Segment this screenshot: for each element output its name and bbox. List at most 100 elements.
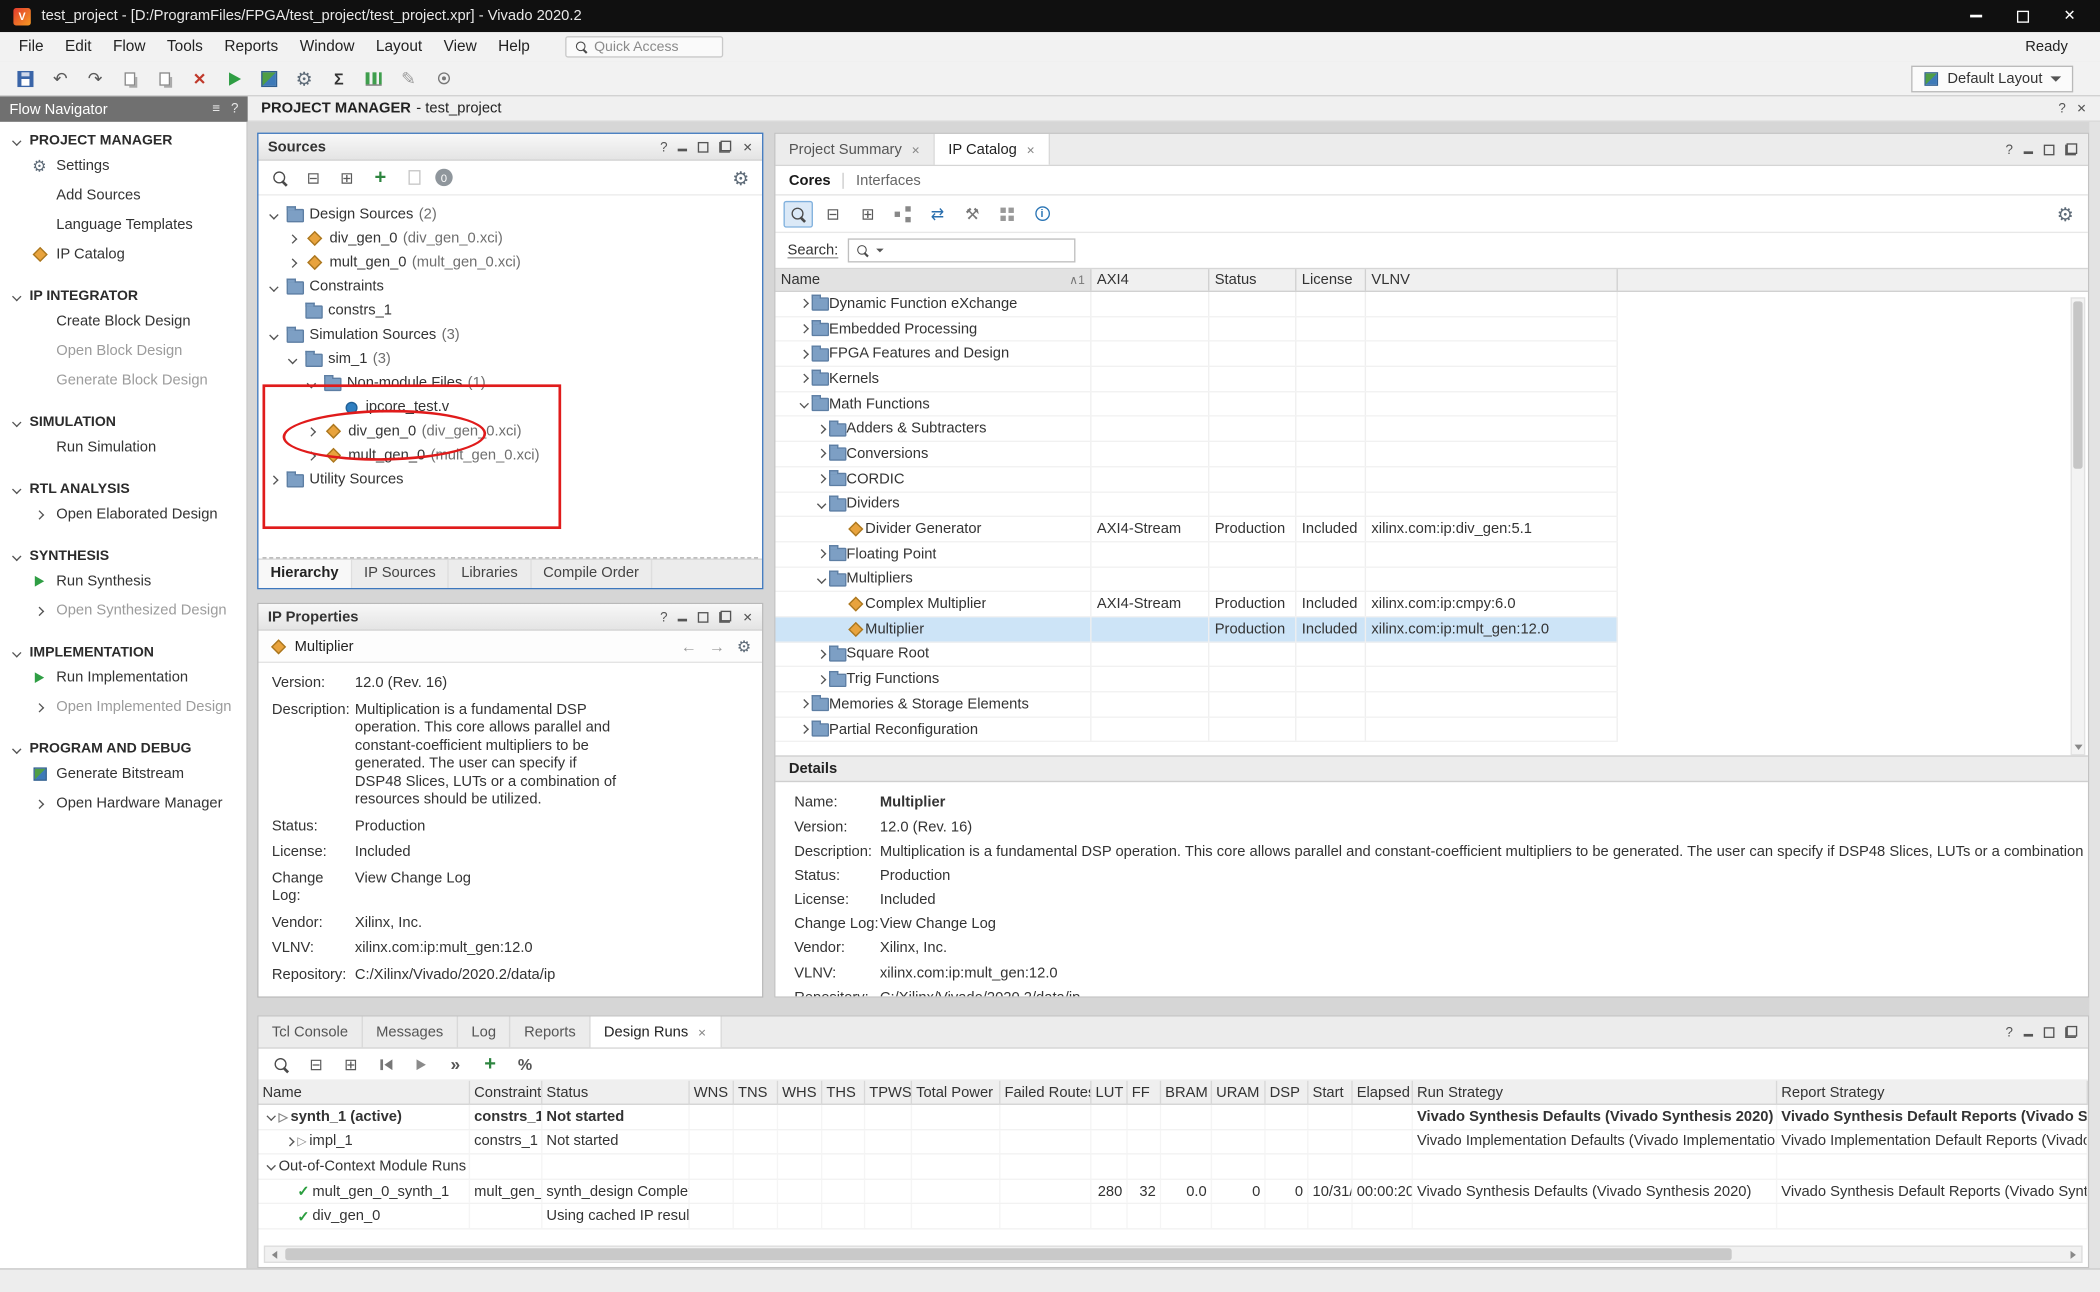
close-icon[interactable] bbox=[698, 1024, 707, 1040]
tab-log[interactable]: Log bbox=[458, 1017, 511, 1048]
link-view-change-log[interactable]: View Change Log bbox=[355, 870, 623, 906]
collapse-all-button[interactable] bbox=[301, 1051, 330, 1078]
catalog-row-adders-subtracters[interactable]: Adders & Subtracters bbox=[775, 417, 1617, 442]
save-button[interactable] bbox=[11, 65, 40, 92]
settings-button[interactable] bbox=[2050, 200, 2079, 227]
catalog-row-multiplier[interactable]: MultiplierProductionIncludedxilinx.com:i… bbox=[775, 617, 1617, 642]
subtab-cores[interactable]: Cores bbox=[789, 172, 831, 188]
help-icon[interactable]: ? bbox=[231, 102, 238, 117]
column-header-license[interactable]: License bbox=[1296, 269, 1366, 290]
catalog-row-conversions[interactable]: Conversions bbox=[775, 442, 1617, 467]
tab-reports[interactable]: Reports bbox=[511, 1017, 591, 1048]
column-header-name[interactable]: Name∧1 bbox=[775, 269, 1091, 290]
column-header-whs[interactable]: WHS bbox=[778, 1081, 822, 1104]
gear-icon[interactable] bbox=[737, 638, 751, 654]
probe-button[interactable] bbox=[429, 65, 458, 92]
float-icon[interactable] bbox=[720, 141, 732, 153]
tree-item-mult-gen-0[interactable]: mult_gen_0(mult_gen_0.xci) bbox=[258, 250, 762, 274]
expand-icon[interactable] bbox=[813, 676, 829, 683]
collapse-icon[interactable] bbox=[263, 1113, 279, 1120]
catalog-row-cordic[interactable]: CORDIC bbox=[775, 467, 1617, 492]
menu-help[interactable]: Help bbox=[487, 39, 540, 55]
column-header-name[interactable]: Name bbox=[258, 1081, 470, 1104]
sources-panel-header[interactable]: Sources bbox=[258, 134, 762, 161]
menu-reports[interactable]: Reports bbox=[214, 39, 289, 55]
search-input[interactable] bbox=[848, 238, 1076, 262]
tree-item-div-gen-0[interactable]: div_gen_0(div_gen_0.xci) bbox=[258, 226, 762, 250]
design-run-synth-1-active[interactable]: synth_1 (active)constrs_1Not startedViva… bbox=[258, 1105, 2087, 1130]
catalog-row-dynamic-function-exchange[interactable]: Dynamic Function eXchange bbox=[775, 292, 1617, 317]
collapse-icon[interactable] bbox=[265, 283, 281, 290]
settings-button[interactable] bbox=[726, 164, 755, 191]
tree-item-sim-1[interactable]: sim_1(3) bbox=[258, 347, 762, 371]
close-icon[interactable] bbox=[911, 141, 920, 157]
column-header-vlnv[interactable]: VLNV bbox=[1366, 269, 1618, 290]
expand-icon[interactable] bbox=[813, 451, 829, 458]
menu-tools[interactable]: Tools bbox=[156, 39, 213, 55]
column-header-bram[interactable]: BRAM bbox=[1161, 1081, 1212, 1104]
percent-button[interactable] bbox=[510, 1051, 539, 1078]
scrollbar-thumb[interactable] bbox=[2073, 301, 2082, 468]
vertical-scrollbar[interactable] bbox=[2071, 297, 2086, 755]
section-header-simulation[interactable]: SIMULATION bbox=[0, 411, 246, 432]
minimize-icon[interactable] bbox=[2024, 145, 2033, 153]
column-header-tpws[interactable]: TPWS bbox=[865, 1081, 912, 1104]
close-icon[interactable] bbox=[743, 609, 753, 625]
help-icon[interactable] bbox=[2058, 100, 2065, 116]
expand-icon[interactable] bbox=[813, 551, 829, 558]
column-header-ff[interactable]: FF bbox=[1128, 1081, 1161, 1104]
expand-icon[interactable] bbox=[796, 300, 812, 307]
design-run-div-gen-0[interactable]: div_gen_0Using cached IP results bbox=[258, 1205, 2087, 1230]
catalog-row-trig-functions[interactable]: Trig Functions bbox=[775, 667, 1617, 692]
flow-item-language-templates[interactable]: Language Templates bbox=[0, 210, 246, 239]
back-icon[interactable]: ← bbox=[681, 637, 697, 656]
tree-item-constrs-1[interactable]: constrs_1 bbox=[258, 299, 762, 323]
column-header-failed-routes[interactable]: Failed Routes bbox=[1000, 1081, 1091, 1104]
flow-item-ip-catalog[interactable]: IP Catalog bbox=[0, 240, 246, 269]
collapse-icon[interactable] bbox=[813, 501, 829, 508]
column-header-status[interactable]: Status bbox=[1209, 269, 1296, 290]
link-production[interactable]: Production bbox=[355, 818, 623, 836]
column-header-lut[interactable]: LUT bbox=[1092, 1081, 1128, 1104]
messages-badge[interactable]: 0 bbox=[435, 169, 452, 186]
scroll-down-arrow[interactable] bbox=[2072, 741, 2084, 754]
tab-libraries[interactable]: Libraries bbox=[449, 560, 531, 588]
collapse-all-button[interactable] bbox=[299, 164, 328, 191]
collapse-icon[interactable] bbox=[796, 401, 812, 408]
flow-item-open-hardware-manager[interactable]: Open Hardware Manager bbox=[0, 789, 246, 818]
catalog-row-embedded-processing[interactable]: Embedded Processing bbox=[775, 317, 1617, 342]
flow-item-run-synthesis[interactable]: Run Synthesis bbox=[0, 567, 246, 596]
expand-icon[interactable] bbox=[284, 259, 300, 266]
layout-selector[interactable]: Default Layout bbox=[1911, 65, 2073, 92]
horizontal-scrollbar[interactable] bbox=[264, 1246, 2083, 1263]
maximize-button[interactable] bbox=[2017, 10, 2029, 22]
collapse-icon[interactable] bbox=[265, 211, 281, 218]
float-icon[interactable] bbox=[2065, 1026, 2077, 1038]
run-button[interactable] bbox=[220, 65, 249, 92]
tree-item-design-sources[interactable]: Design Sources(2) bbox=[258, 202, 762, 226]
link-production[interactable]: Production bbox=[880, 868, 950, 886]
scroll-right-arrow[interactable] bbox=[2064, 1247, 2081, 1262]
ip-properties-header[interactable]: IP Properties bbox=[258, 604, 762, 631]
search-button[interactable] bbox=[267, 1051, 296, 1078]
paste-button[interactable] bbox=[150, 65, 179, 92]
search-button[interactable] bbox=[783, 200, 812, 227]
catalog-row-floating-point[interactable]: Floating Point bbox=[775, 542, 1617, 567]
scroll-left-arrow[interactable] bbox=[265, 1247, 282, 1262]
gear-button[interactable] bbox=[289, 65, 318, 92]
tree-item-constraints[interactable]: Constraints bbox=[258, 275, 762, 299]
flow-item-open-synthesized-design[interactable]: Open Synthesized Design bbox=[0, 596, 246, 625]
minimize-button[interactable] bbox=[1970, 15, 1982, 18]
catalog-row-fpga-features-and-design[interactable]: FPGA Features and Design bbox=[775, 342, 1617, 367]
column-header-dsp[interactable]: DSP bbox=[1266, 1081, 1309, 1104]
hierarchy-button[interactable] bbox=[888, 200, 917, 227]
collapse-icon[interactable] bbox=[265, 331, 281, 338]
flow-item-add-sources[interactable]: Add Sources bbox=[0, 181, 246, 210]
tab-project-summary[interactable]: Project Summary bbox=[775, 134, 934, 165]
help-icon[interactable] bbox=[660, 139, 667, 155]
expand-all-button[interactable] bbox=[853, 200, 882, 227]
menu-edit[interactable]: Edit bbox=[54, 39, 102, 55]
fast-forward-button[interactable] bbox=[441, 1051, 470, 1078]
expand-icon[interactable] bbox=[796, 351, 812, 358]
undo-button[interactable] bbox=[46, 65, 75, 92]
